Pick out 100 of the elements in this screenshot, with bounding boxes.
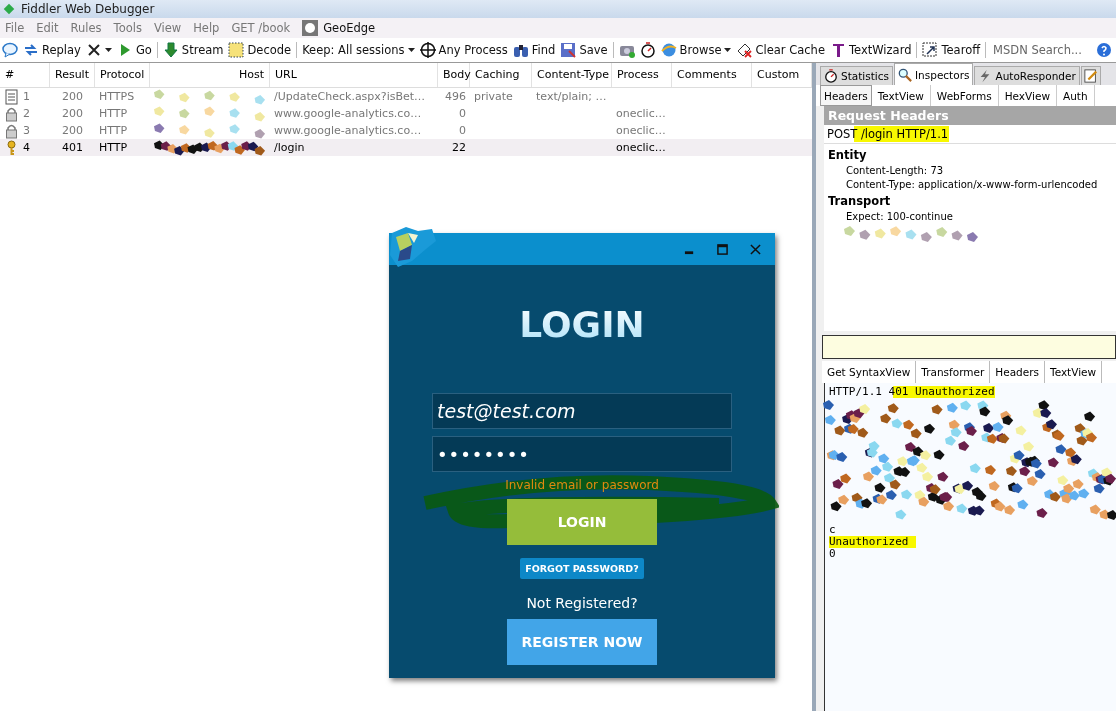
session-row[interactable]: 1 200 HTTPS /UpdateCheck.aspx?isBet… 496 private text/plain; … bbox=[0, 88, 812, 105]
toolbar-button[interactable]: Replay bbox=[23, 42, 81, 58]
tab[interactable] bbox=[1080, 66, 1101, 85]
session-row[interactable]: 3 200 HTTP www.google-analytics.co… 0 oneclic… bbox=[0, 122, 812, 139]
column-header[interactable]: URL bbox=[270, 63, 438, 87]
session-row[interactable]: 4 401 HTTP /login 22 oneclic… bbox=[0, 139, 812, 156]
table-cell: 200 bbox=[62, 90, 83, 103]
menu-item[interactable]: Edit bbox=[36, 21, 59, 35]
dropdown-button[interactable] bbox=[85, 42, 112, 58]
table-cell: 496 bbox=[445, 90, 466, 103]
table-cell: 2 bbox=[23, 107, 30, 120]
password-field[interactable]: •••••••• bbox=[432, 436, 732, 472]
document-icon bbox=[4, 88, 20, 105]
menu-item[interactable]: Tools bbox=[113, 21, 142, 35]
table-cell: 1 bbox=[23, 90, 30, 103]
toolbar-button[interactable]: Decode bbox=[228, 42, 292, 58]
table-cell: 200 bbox=[62, 124, 83, 137]
padlock-icon bbox=[4, 122, 20, 139]
tab[interactable]: Inspectors bbox=[894, 63, 974, 85]
globe-icon bbox=[660, 42, 677, 58]
table-cell: /login bbox=[274, 141, 305, 154]
caret-icon bbox=[407, 48, 415, 52]
toolbar-button[interactable]: Stream bbox=[162, 42, 224, 58]
table-cell: oneclic… bbox=[616, 124, 666, 137]
header-group[interactable]: Transport bbox=[828, 194, 891, 208]
column-header[interactable]: Content-Type bbox=[532, 63, 612, 87]
table-cell: 22 bbox=[452, 141, 466, 154]
help-icon[interactable] bbox=[1096, 42, 1113, 58]
table-cell: 4 bbox=[23, 141, 30, 154]
menu-item[interactable]: Rules bbox=[70, 21, 102, 35]
table-cell: HTTP bbox=[99, 124, 128, 137]
caret-icon bbox=[104, 48, 112, 52]
menu-item[interactable]: Help bbox=[193, 21, 220, 35]
menu-item[interactable]: GET /book bbox=[231, 21, 291, 35]
forgot-password-button[interactable]: FORGOT PASSWORD? bbox=[520, 558, 644, 579]
table-cell: private bbox=[474, 90, 513, 103]
header-item[interactable]: Content-Length: 73 bbox=[846, 165, 944, 176]
tab[interactable]: Headers bbox=[820, 85, 872, 106]
magnifier-icon bbox=[898, 67, 912, 82]
menu-item[interactable]: File bbox=[5, 21, 25, 35]
toolbar-button[interactable]: Go bbox=[116, 42, 152, 58]
table-cell: text/plain; … bbox=[536, 90, 607, 103]
text-letter-icon bbox=[830, 42, 846, 58]
binoculars-icon bbox=[512, 42, 529, 58]
table-cell: 401 bbox=[62, 141, 83, 154]
maximize-icon[interactable] bbox=[717, 243, 728, 255]
column-header[interactable]: Comments bbox=[672, 63, 752, 87]
toolbar-button[interactable]: Clear Cache bbox=[736, 42, 825, 58]
table-cell: 200 bbox=[62, 107, 83, 120]
table-cell: 0 bbox=[459, 107, 466, 120]
table-cell: www.google-analytics.co… bbox=[274, 124, 422, 137]
menu-item[interactable]: GeoEdge bbox=[302, 20, 376, 36]
edit-icon bbox=[1083, 69, 1098, 83]
header-group[interactable]: Entity bbox=[828, 148, 867, 162]
table-cell: www.google-analytics.co… bbox=[274, 107, 422, 120]
close-icon[interactable] bbox=[750, 243, 761, 255]
dropdown-button[interactable]: Keep: All sessions bbox=[302, 43, 415, 57]
error-message: Invalid email or password bbox=[505, 478, 659, 492]
tab[interactable]: Statistics bbox=[820, 66, 893, 85]
remove-icon bbox=[85, 42, 102, 58]
section-header: Request Headers bbox=[824, 106, 1116, 125]
window-title: Fiddler Web Debugger bbox=[21, 2, 155, 16]
session-row[interactable]: 2 200 HTTP www.google-analytics.co… 0 oneclic… bbox=[0, 105, 812, 122]
toolbar-button[interactable]: Save bbox=[560, 42, 608, 58]
header-item[interactable]: Expect: 100-continue bbox=[846, 211, 953, 222]
table-cell: HTTP bbox=[99, 141, 128, 154]
menu-item[interactable]: View bbox=[153, 21, 182, 35]
table-cell: oneclic… bbox=[616, 107, 666, 120]
email-field[interactable]: test@test.com bbox=[432, 393, 732, 429]
column-header[interactable]: Body bbox=[438, 63, 470, 87]
stopwatch-icon bbox=[824, 69, 838, 83]
dropdown-button[interactable]: Browse bbox=[660, 42, 732, 58]
padlock-icon bbox=[4, 105, 20, 122]
column-header[interactable]: Result bbox=[50, 63, 95, 87]
toolbar-button[interactable]: TextWizard bbox=[830, 42, 912, 58]
stopwatch-icon[interactable] bbox=[639, 42, 656, 58]
speech-bubble-icon[interactable] bbox=[2, 42, 18, 58]
tearoff-icon bbox=[922, 42, 939, 58]
table-cell: 3 bbox=[23, 124, 30, 137]
table-cell: HTTP bbox=[99, 107, 128, 120]
table-cell: /UpdateCheck.aspx?isBet… bbox=[274, 90, 426, 103]
column-header[interactable]: Host bbox=[150, 63, 270, 87]
column-header[interactable]: Custom bbox=[752, 63, 812, 87]
toolbar-button[interactable]: Any Process bbox=[419, 42, 508, 58]
column-header[interactable]: Caching bbox=[470, 63, 532, 87]
tab[interactable]: AutoResponder bbox=[974, 66, 1080, 85]
register-prompt: Not Registered? bbox=[526, 595, 638, 611]
toolbar-button[interactable]: Find bbox=[512, 42, 556, 58]
toolbar-button[interactable]: Tearoff bbox=[922, 42, 981, 58]
eraser-icon bbox=[736, 42, 753, 58]
header-item[interactable]: Content-Type: application/x-www-form-urlencoded bbox=[846, 179, 1098, 190]
column-header[interactable]: Process bbox=[612, 63, 672, 87]
table-cell: oneclic… bbox=[616, 141, 666, 154]
table-cell: HTTPS bbox=[99, 90, 135, 103]
column-header[interactable]: Protocol bbox=[95, 63, 150, 87]
replay-arrows-icon bbox=[23, 42, 39, 58]
crosshair-icon bbox=[419, 42, 436, 58]
grid-icon bbox=[228, 42, 245, 58]
app-logo-icon bbox=[3, 3, 15, 15]
column-header[interactable]: # bbox=[0, 63, 50, 87]
